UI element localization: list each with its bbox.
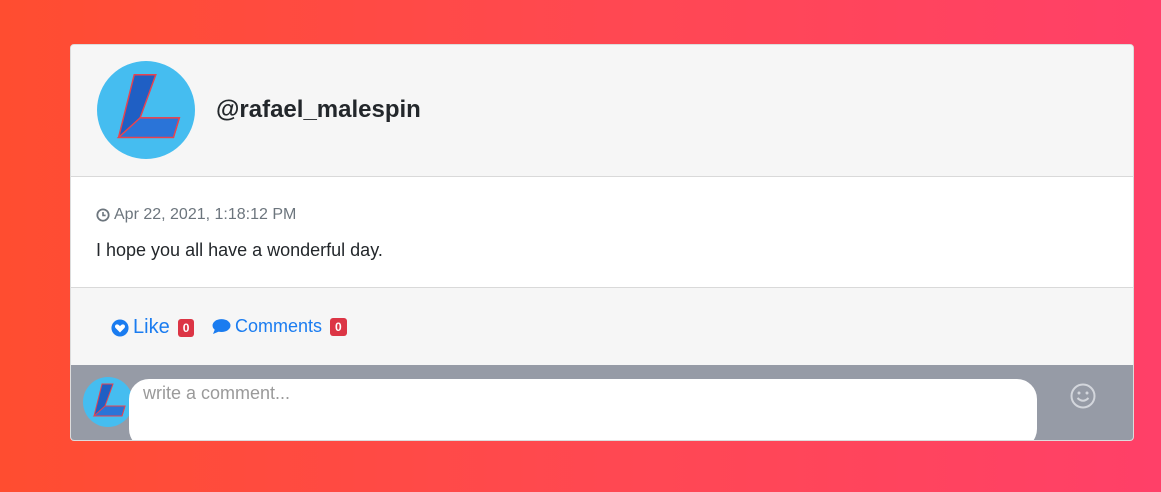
avatar[interactable] — [97, 61, 195, 159]
comment-input[interactable] — [129, 379, 1037, 440]
comment-bar — [71, 365, 1133, 440]
post-header: @rafael_malespin — [71, 45, 1133, 177]
timestamp-text: Apr 22, 2021, 1:18:12 PM — [114, 206, 297, 223]
comments-label: Comments — [235, 316, 323, 336]
like-count-badge: 0 — [177, 318, 195, 337]
comments-button[interactable]: Comments 0 — [212, 316, 347, 337]
avatar[interactable] — [83, 377, 133, 427]
post-body: Apr 22, 2021, 1:18:12 PM I hope you all … — [71, 177, 1133, 287]
username[interactable]: @rafael_malespin — [216, 96, 421, 124]
post-actions: Like 0 Comments 0 — [71, 287, 1133, 365]
like-button[interactable]: Like 0 — [111, 316, 195, 339]
post-text: I hope you all have a wonderful day. — [96, 240, 383, 260]
post-timestamp: Apr 22, 2021, 1:18:12 PM — [96, 206, 296, 224]
smiley-icon[interactable] — [1069, 382, 1097, 410]
clock-icon — [96, 208, 110, 222]
post-card: @rafael_malespin Apr 22, 2021, 1:18:12 P… — [70, 44, 1134, 441]
speech-bubble-icon — [212, 319, 231, 335]
heart-icon — [111, 318, 129, 337]
comments-count-badge: 0 — [330, 317, 347, 336]
like-label: Like — [133, 316, 170, 338]
